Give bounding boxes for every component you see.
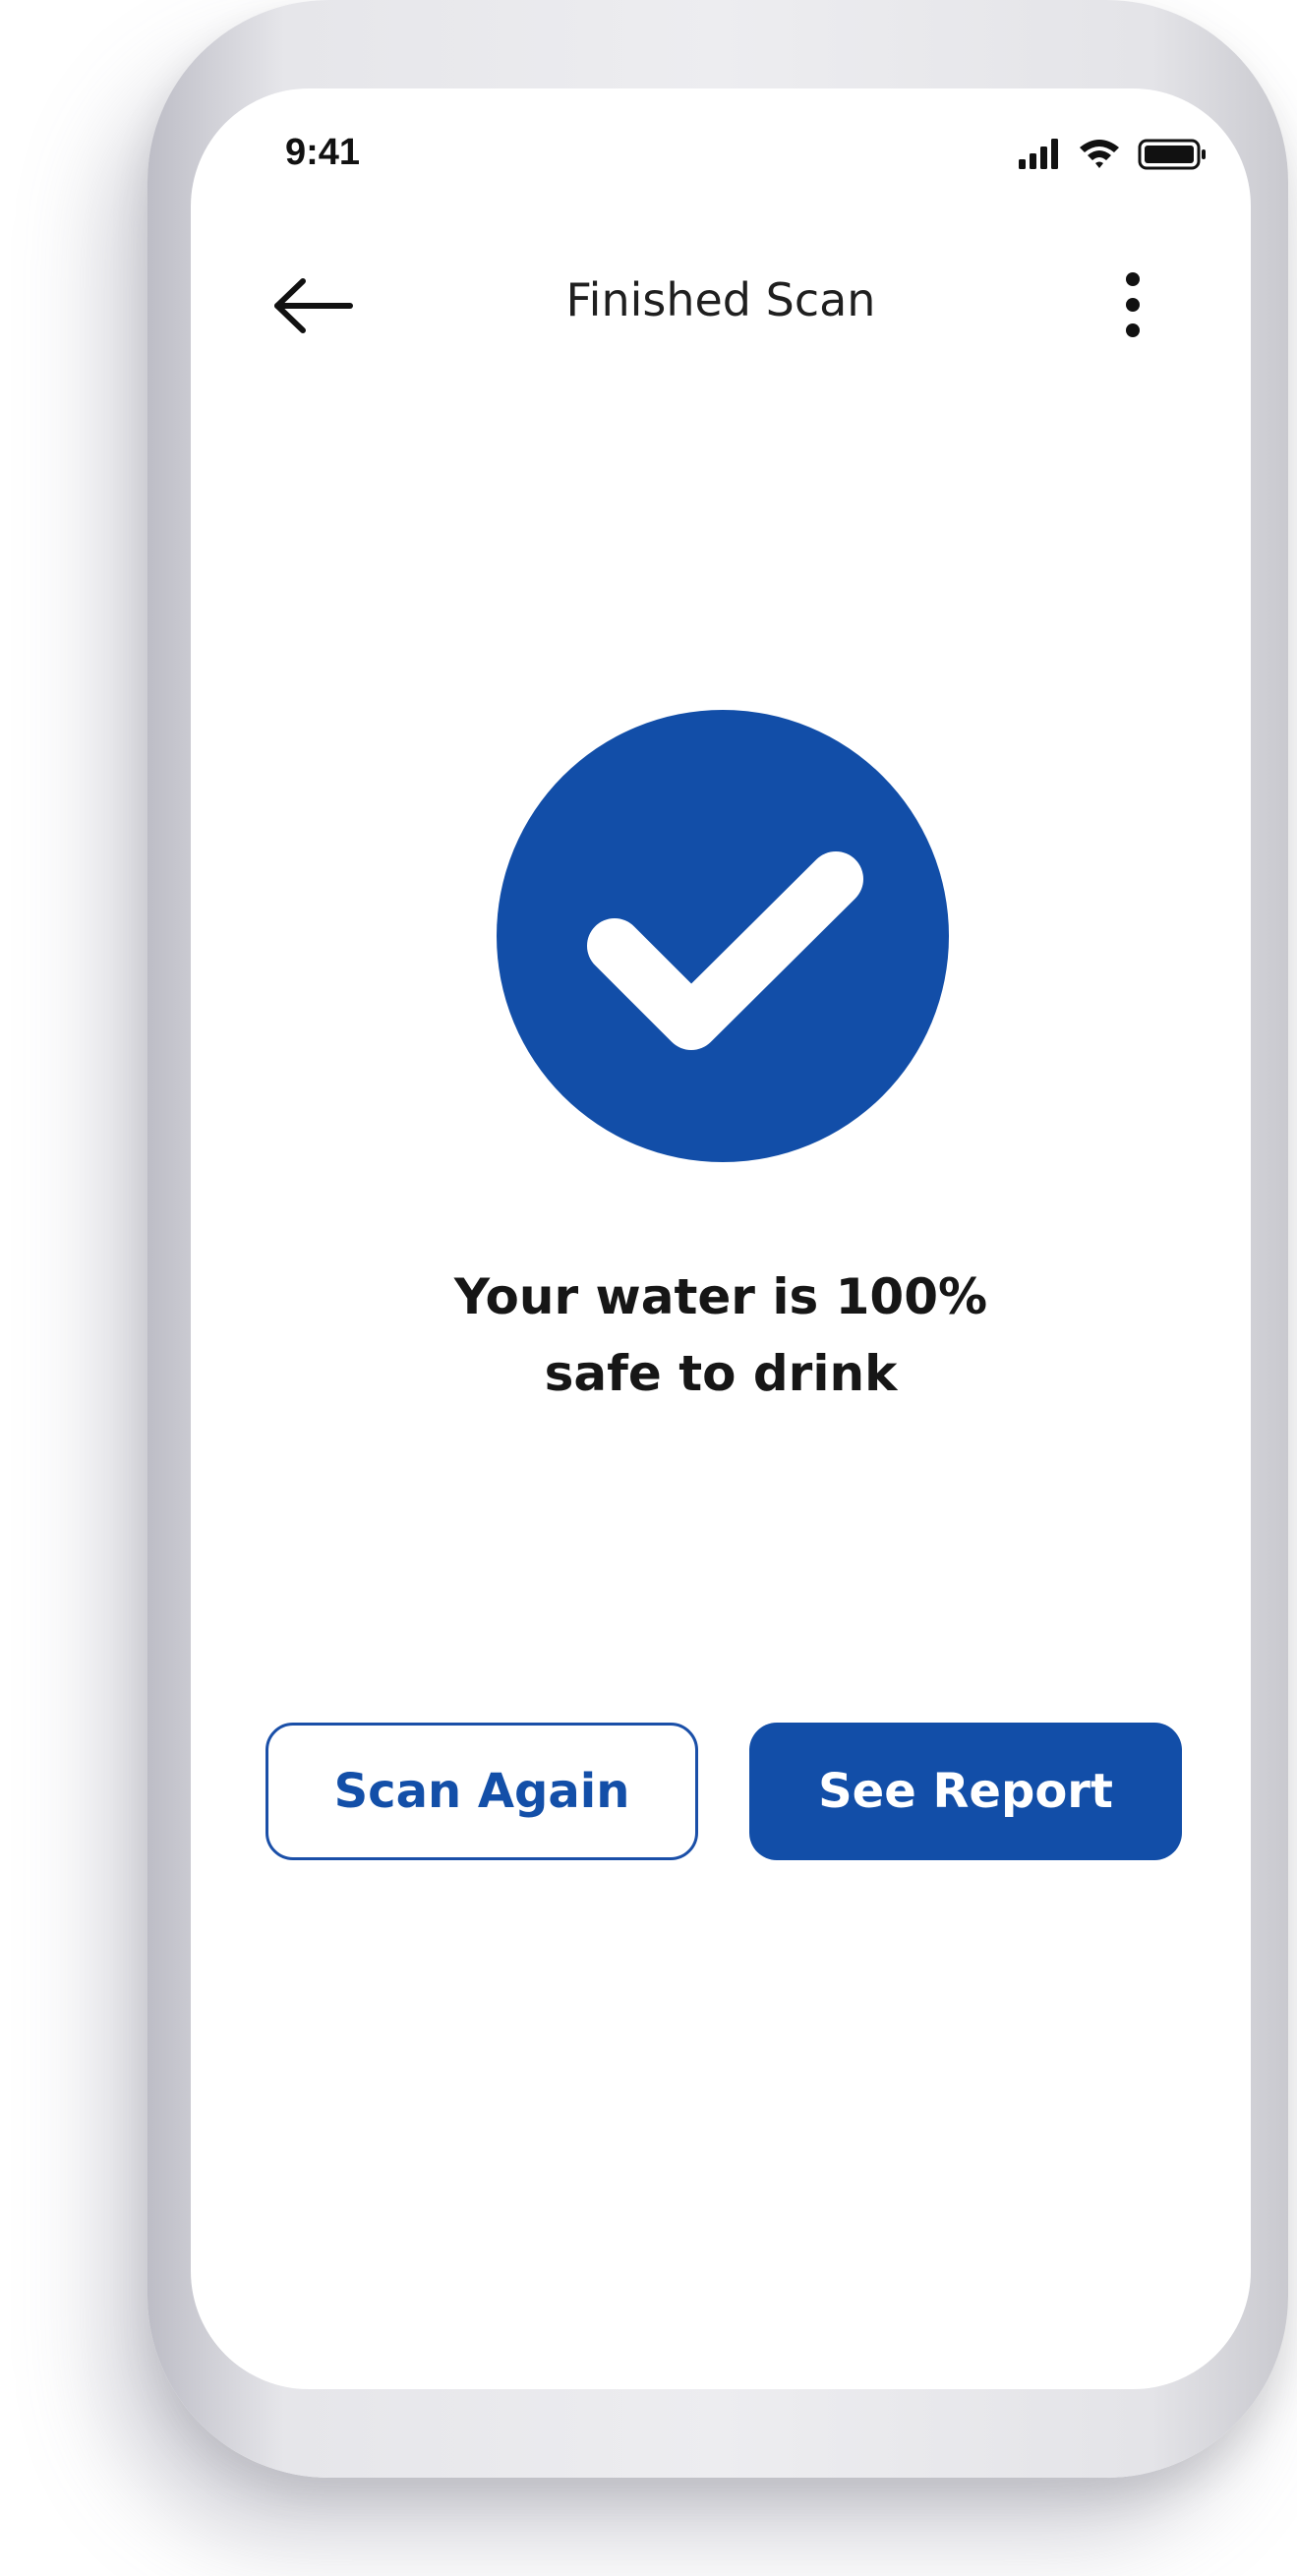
scan-again-button[interactable]: Scan Again — [265, 1723, 698, 1860]
status-icons — [1019, 139, 1206, 170]
page-title: Finished Scan — [565, 273, 876, 326]
top-app-bar: Finished Scan — [191, 246, 1251, 374]
result-message: Your water is 100% safe to drink — [191, 1259, 1251, 1412]
status-time: 9:41 — [285, 132, 361, 173]
result-line-2: safe to drink — [544, 1345, 898, 1402]
see-report-button[interactable]: See Report — [749, 1723, 1182, 1860]
signal-icon — [1019, 139, 1058, 169]
wifi-icon — [1080, 140, 1119, 168]
checkmark-circle-icon — [497, 710, 949, 1162]
phone-screen: 9:41 Finished Scan Your water is 100% sa… — [191, 88, 1251, 2389]
status-bar: 9:41 — [191, 88, 1251, 226]
result-line-1: Your water is 100% — [453, 1268, 988, 1325]
stage: 9:41 Finished Scan Your water is 100% sa… — [0, 0, 1297, 2576]
battery-icon — [1138, 139, 1206, 170]
more-vertical-icon[interactable] — [1103, 265, 1162, 344]
